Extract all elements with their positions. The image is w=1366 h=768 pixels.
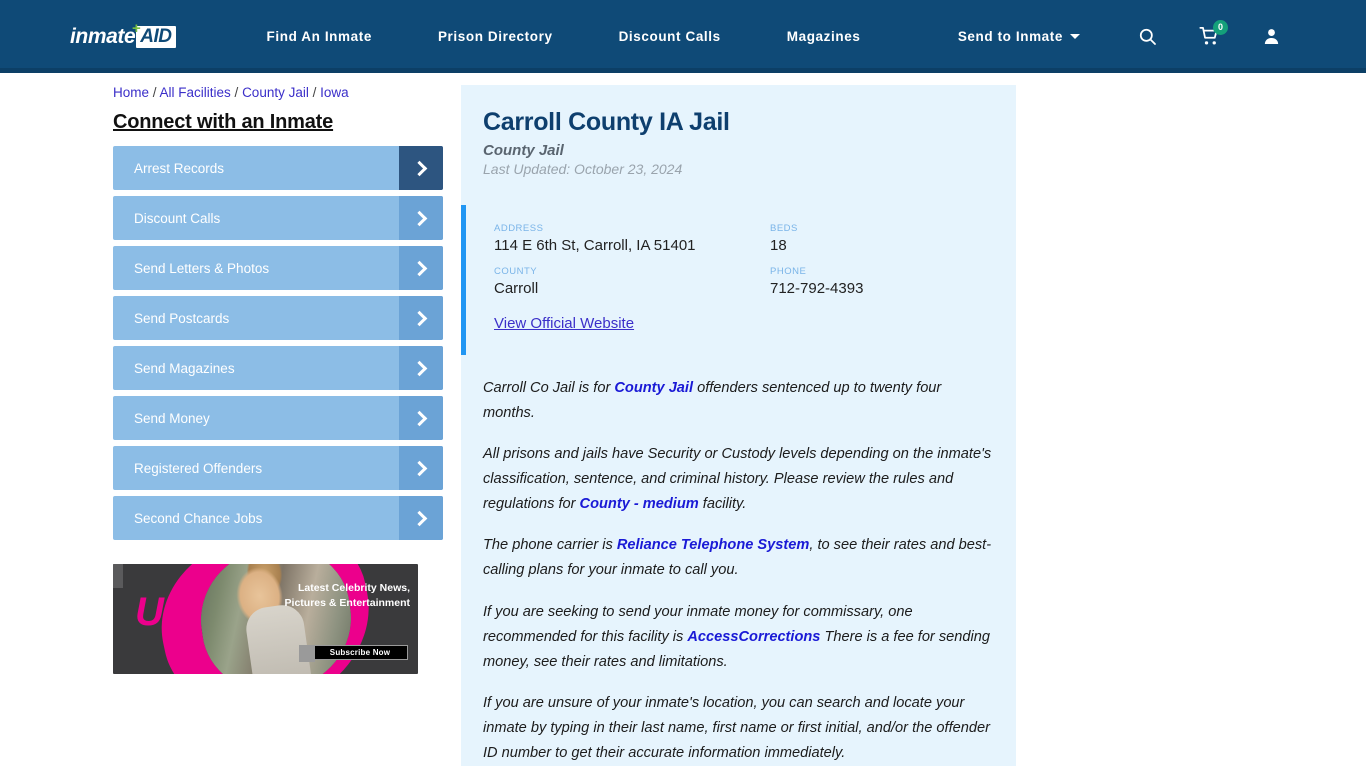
chevron-right-icon: [399, 146, 443, 190]
cart-button[interactable]: 0: [1192, 19, 1228, 54]
description-paragraph-1: Carroll Co Jail is for County Jail offen…: [483, 376, 994, 426]
address-label: ADDRESS: [494, 223, 544, 234]
address-value: 114 E 6th St, Carroll, IA 51401: [494, 237, 696, 254]
info-field-beds: BEDS 18: [770, 223, 1016, 256]
county-label: COUNTY: [494, 265, 538, 277]
info-field-county: COUNTY Carroll: [494, 266, 770, 299]
page-body: Home / All Facilities / County Jail / Io…: [0, 73, 1366, 768]
sidebar-title: Connect with an Inmate: [113, 111, 334, 133]
description-paragraph-5: If you are unsure of your inmate's locat…: [483, 694, 990, 761]
sidebar-item-label: Send Postcards: [134, 310, 230, 326]
info-field-address: ADDRESS 114 E 6th St, Carroll, IA 51401: [494, 223, 770, 256]
user-account-icon: [1264, 29, 1278, 45]
site-header: inmate + AID Find An Inmate Prison Direc…: [0, 0, 1366, 73]
facility-description: Carroll Co Jail is for County Jail offen…: [461, 376, 1016, 766]
chevron-down-icon: [1070, 34, 1080, 39]
p1-link-county-jail[interactable]: County Jail: [614, 380, 693, 396]
sidebar-item-label: Arrest Records: [134, 160, 225, 176]
facility-last-updated: Last Updated: October 23, 2024: [483, 161, 683, 177]
p3-link-reliance-telephone[interactable]: Reliance Telephone System: [617, 537, 810, 553]
facility-card: Carroll County IA Jail County Jail Last …: [461, 85, 1016, 767]
breadcrumb-separator-1: /: [149, 85, 160, 100]
page-title: Carroll County IA Jail: [483, 108, 730, 136]
p4-link-access-corrections[interactable]: AccessCorrections: [687, 629, 820, 645]
sidebar-item-label: Send Letters & Photos: [134, 260, 270, 276]
beds-value: 18: [770, 237, 787, 254]
advertisement-banner[interactable]: Us WEEKLY Latest Celebrity News, Picture…: [113, 564, 418, 674]
description-paragraph-4: If you are seeking to send your inmate m…: [483, 600, 994, 675]
sidebar-item-registered-offenders[interactable]: Registered Offenders: [113, 446, 443, 490]
chevron-right-icon: [399, 346, 443, 390]
breadcrumb-separator-3: /: [308, 85, 321, 100]
send-to-inmate-label: Send to Inmate: [957, 29, 1063, 44]
ad-copy-text: Latest Celebrity News, Pictures & Entert…: [284, 582, 410, 609]
sidebar-item-label: Send Magazines: [134, 360, 235, 376]
sidebar-item-label: Send Money: [134, 410, 210, 426]
breadcrumb-item-iowa[interactable]: Iowa: [320, 85, 349, 100]
header-actions: Send to Inmate 0: [958, 19, 1288, 54]
p1-text-a: Carroll Co Jail is for: [483, 379, 615, 396]
official-website-row: View Official Website: [494, 315, 1016, 333]
nav-item-send-to-inmate[interactable]: Send to Inmate: [958, 29, 1080, 44]
ad-brand-sub: WEEKLY: [171, 594, 207, 601]
sidebar-item-second-chance-jobs[interactable]: Second Chance Jobs: [113, 496, 443, 540]
nav-item-discount-calls[interactable]: Discount Calls: [586, 29, 754, 44]
chevron-right-icon: [399, 496, 443, 540]
site-logo[interactable]: inmate + AID: [70, 19, 176, 50]
ad-subscribe-button[interactable]: Subscribe Now: [299, 645, 408, 662]
sidebar-item-discount-calls[interactable]: Discount Calls: [113, 196, 443, 240]
search-button[interactable]: [1130, 20, 1164, 54]
breadcrumb-item-home[interactable]: Home: [113, 85, 149, 100]
facility-type: County Jail: [483, 142, 564, 159]
sidebar-item-arrest-records[interactable]: Arrest Records: [113, 146, 443, 190]
chevron-right-icon: [399, 296, 443, 340]
description-paragraph-2: All prisons and jails have Security or C…: [483, 442, 994, 517]
p3-text-a: The phone carrier is: [483, 537, 617, 554]
beds-label: BEDS: [770, 223, 798, 234]
breadcrumb: Home / All Facilities / County Jail / Io…: [113, 85, 443, 100]
facility-header: Carroll County IA Jail County Jail Last …: [461, 107, 1016, 177]
breadcrumb-separator-2: /: [230, 85, 243, 100]
county-value: Carroll: [494, 279, 539, 297]
logo-plus-icon: +: [132, 19, 141, 37]
search-icon: [1139, 28, 1156, 45]
sidebar-item-send-money[interactable]: Send Money: [113, 396, 443, 440]
chevron-right-icon: [399, 246, 443, 290]
p2-link-county-medium[interactable]: County - medium: [580, 496, 699, 512]
chevron-right-icon: [399, 196, 443, 240]
left-column: Home / All Facilities / County Jail / Io…: [113, 85, 443, 768]
primary-nav: Find An Inmate Prison Directory Discount…: [234, 29, 894, 44]
logo-wordmark: inmate: [70, 24, 136, 48]
nav-item-prison-directory[interactable]: Prison Directory: [405, 29, 586, 44]
p2-text-b: facility.: [698, 496, 747, 513]
breadcrumb-item-all-facilities[interactable]: All Facilities: [160, 85, 231, 100]
sidebar-item-send-letters-photos[interactable]: Send Letters & Photos: [113, 246, 443, 290]
info-field-phone: PHONE 712-792-4393: [770, 266, 1016, 299]
cart-count-badge: 0: [1213, 19, 1228, 35]
phone-label: PHONE: [770, 265, 807, 277]
logo-aid-badge: AID: [136, 25, 176, 48]
description-paragraph-3: The phone carrier is Reliance Telephone …: [483, 533, 994, 583]
sidebar-item-label: Discount Calls: [134, 210, 221, 226]
view-official-website-link[interactable]: View Official Website: [494, 315, 634, 332]
nav-item-magazines[interactable]: Magazines: [754, 29, 894, 44]
nav-item-find-an-inmate[interactable]: Find An Inmate: [234, 29, 405, 44]
sidebar-item-send-magazines[interactable]: Send Magazines: [113, 346, 443, 390]
chevron-right-icon: [399, 446, 443, 490]
chevron-right-icon: [399, 396, 443, 440]
phone-value: 712-792-4393: [770, 279, 864, 297]
breadcrumb-item-county-jail[interactable]: County Jail: [242, 85, 309, 100]
sidebar-item-send-postcards[interactable]: Send Postcards: [113, 296, 443, 340]
sidebar-item-label: Second Chance Jobs: [134, 510, 263, 526]
facility-info-block: ADDRESS 114 E 6th St, Carroll, IA 51401 …: [461, 205, 1016, 355]
ad-corner-block: [113, 564, 123, 588]
account-button[interactable]: [1254, 20, 1288, 54]
sidebar-item-label: Registered Offenders: [134, 460, 263, 476]
main-column: Carroll County IA Jail County Jail Last …: [461, 85, 1016, 768]
